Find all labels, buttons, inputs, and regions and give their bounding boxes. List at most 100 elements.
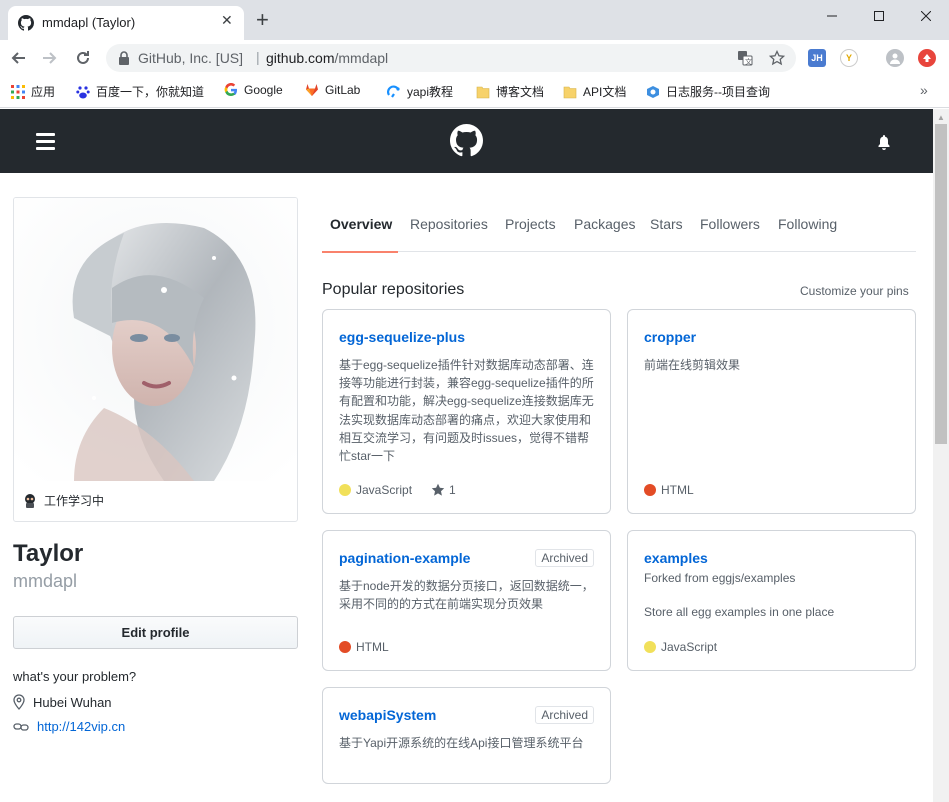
tab-stars[interactable]: Stars — [650, 216, 683, 232]
bookmarks-more-icon[interactable]: » — [920, 82, 928, 98]
language-color-dot — [644, 484, 656, 496]
apps-grid-icon — [11, 84, 25, 99]
update-icon[interactable] — [918, 49, 936, 67]
repo-meta: HTML — [644, 483, 694, 497]
pinned-repo-card: pagination-example Archived 基于node开发的数据分… — [322, 530, 611, 671]
repo-description: 前端在线剪辑效果 — [644, 358, 741, 372]
tab-packages[interactable]: Packages — [574, 216, 635, 232]
pinned-repo-card: webapiSystem Archived 基于Yapi开源系统的在线Api接口… — [322, 687, 611, 784]
language-color-dot — [339, 641, 351, 653]
repo-description: Store all egg examples in one place — [644, 605, 835, 619]
website-link[interactable]: http://142vip.cn — [37, 719, 125, 734]
status-text: 工作学习中 — [44, 494, 105, 508]
octocat-status-icon — [25, 493, 35, 508]
bookmark-apps[interactable]: 应用 — [11, 83, 55, 100]
browser-toolbar: GitHub, Inc. [US] | github.com/mmdapl 文 … — [0, 40, 949, 76]
link-icon — [13, 722, 29, 731]
arrow-right-icon — [43, 52, 57, 64]
avatar[interactable] — [14, 198, 297, 481]
repo-language: HTML — [356, 640, 389, 654]
window-maximize-button[interactable] — [856, 2, 902, 30]
profile-location: Hubei Wuhan — [13, 694, 112, 710]
window-close-button[interactable] — [903, 2, 949, 30]
hamburger-menu-icon[interactable] — [36, 133, 55, 150]
profile-login: mmdapl — [13, 571, 78, 591]
bookmark-label: GitLab — [325, 83, 361, 97]
forward-button[interactable] — [40, 48, 60, 68]
bookmark-gitlab[interactable]: GitLab — [305, 83, 360, 97]
site-org: GitHub, Inc. [US] — [138, 50, 244, 66]
bell-icon[interactable] — [876, 134, 892, 150]
bookmark-blog-docs[interactable]: 博客文档 — [476, 83, 544, 100]
repo-description: 基于egg-sequelize插件针对数据库动态部署、连接等功能进行封装，兼容e… — [339, 358, 594, 464]
back-button[interactable] — [8, 48, 28, 68]
bookmark-baidu[interactable]: 百度一下，你就知道 — [76, 83, 204, 100]
folder-icon — [476, 86, 490, 98]
new-tab-icon[interactable]: + — [256, 9, 269, 31]
language-color-dot — [339, 484, 351, 496]
tab-title: mmdapl (Taylor) — [42, 15, 136, 30]
bookmark-label: 百度一下，你就知道 — [96, 85, 205, 99]
repo-language: JavaScript — [661, 640, 718, 654]
tab-repositories[interactable]: Repositories — [410, 216, 488, 232]
window-minimize-button[interactable] — [809, 2, 855, 30]
folder-icon — [563, 86, 577, 98]
pinned-section-title: Popular repositories — [322, 281, 465, 298]
baidu-icon — [76, 85, 90, 98]
repo-language: JavaScript — [356, 483, 413, 497]
bookmark-log-service[interactable]: 日志服务--项目查询 — [646, 83, 770, 100]
y-extension-icon[interactable]: Y — [840, 49, 858, 67]
avatar-card: 工作学习中 — [13, 197, 298, 522]
profile-website[interactable]: http://142vip.cn — [13, 719, 125, 734]
bookmark-yapi[interactable]: yapi教程 — [387, 83, 453, 100]
jh-extension-icon[interactable]: JH — [808, 49, 826, 67]
bookmark-label: yapi教程 — [407, 85, 454, 99]
translate-icon[interactable]: 文 — [736, 49, 754, 67]
customize-pins-link[interactable]: Customize your pins — [800, 284, 909, 298]
tab-close-icon[interactable]: ✕ — [221, 12, 233, 29]
tab-followers[interactable]: Followers — [700, 216, 760, 232]
pinned-repo-card: cropper 前端在线剪辑效果 HTML — [627, 309, 916, 514]
scroll-thumb[interactable] — [935, 124, 947, 444]
archived-badge: Archived — [535, 549, 594, 567]
repo-name-link[interactable]: examples — [644, 550, 708, 566]
forked-from-text[interactable]: Forked from eggjs/examples — [644, 571, 795, 585]
svg-text:文: 文 — [745, 57, 752, 66]
arrow-left-icon — [11, 52, 25, 64]
repo-stars-link[interactable]: 1 — [431, 483, 456, 497]
reload-button[interactable] — [73, 48, 93, 68]
repo-name-link[interactable]: cropper — [644, 329, 696, 345]
log-service-icon — [647, 85, 659, 98]
profile-avatar-icon[interactable] — [886, 49, 904, 67]
repo-language: HTML — [661, 483, 694, 497]
browser-tab[interactable]: mmdapl (Taylor) ✕ — [8, 6, 244, 40]
repo-name-link[interactable]: webapiSystem — [339, 707, 436, 723]
bookmark-star-icon[interactable] — [768, 49, 786, 67]
pinned-repo-card: examples Forked from eggjs/examples Stor… — [627, 530, 916, 671]
bookmark-api-docs[interactable]: API文档 — [563, 83, 626, 100]
github-logo-icon[interactable] — [450, 124, 483, 157]
location-text: Hubei Wuhan — [33, 694, 112, 710]
tab-overview[interactable]: Overview — [330, 216, 392, 232]
tab-following[interactable]: Following — [778, 216, 837, 232]
google-icon — [224, 83, 237, 97]
profile-bio: what's your problem? — [13, 669, 137, 684]
bookmark-google[interactable]: Google — [224, 83, 283, 97]
browser-tabstrip: mmdapl (Taylor) ✕ + — [0, 0, 949, 40]
repo-name-link[interactable]: egg-sequelize-plus — [339, 329, 465, 345]
url-host: github.com — [266, 50, 335, 66]
lock-icon — [119, 51, 129, 65]
scroll-up-arrow-icon[interactable]: ▲ — [937, 113, 945, 122]
page-scrollbar[interactable]: ▲ — [933, 109, 949, 802]
selected-tab-indicator — [322, 251, 398, 253]
repo-description: 基于Yapi开源系统的在线Api接口管理系统平台 — [339, 736, 584, 750]
repo-name-link[interactable]: pagination-example — [339, 550, 470, 566]
maximize-icon — [874, 11, 884, 21]
user-status[interactable]: 工作学习中 — [22, 492, 104, 509]
tab-projects[interactable]: Projects — [505, 216, 556, 232]
bookmark-label: 日志服务--项目查询 — [666, 85, 770, 99]
edit-profile-button[interactable]: Edit profile — [13, 616, 298, 649]
address-bar[interactable]: GitHub, Inc. [US] | github.com/mmdapl 文 — [106, 44, 796, 72]
archived-badge: Archived — [535, 706, 594, 724]
url-text[interactable]: github.com/mmdapl — [266, 50, 388, 66]
